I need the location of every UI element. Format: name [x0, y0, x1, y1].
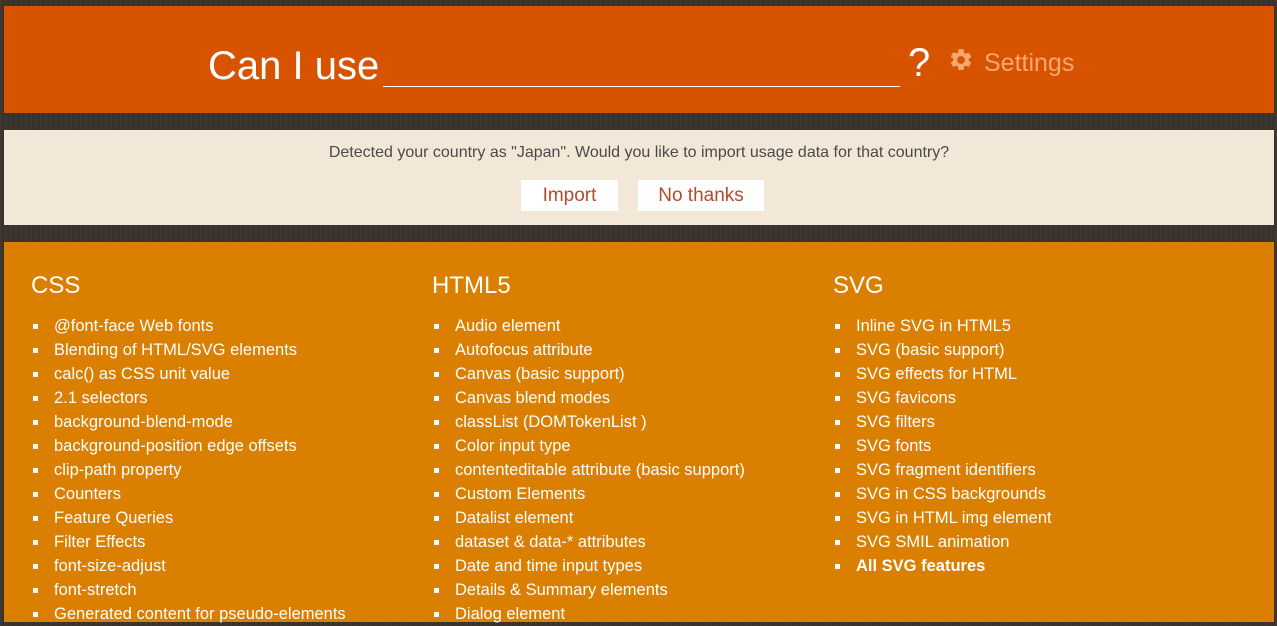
feature-link[interactable]: Counters [31, 482, 411, 506]
svg-all-list: All SVG features [833, 554, 1213, 578]
css-heading[interactable]: CSS [31, 272, 411, 300]
feature-link[interactable]: Canvas (basic support) [432, 362, 812, 386]
feature-link[interactable]: font-stretch [31, 578, 411, 602]
feature-link[interactable]: SVG favicons [833, 386, 1213, 410]
feature-link[interactable]: dataset & data-* attributes [432, 530, 812, 554]
feature-link[interactable]: SVG (basic support) [833, 338, 1213, 362]
feature-link[interactable]: Generated content for pseudo-elements [31, 602, 411, 626]
header: Can I use ? Settings [4, 6, 1274, 113]
feature-link[interactable]: Custom Elements [432, 482, 812, 506]
page-title: Can I use [208, 44, 380, 88]
settings-label: Settings [984, 49, 1075, 77]
feature-link[interactable]: Color input type [432, 434, 812, 458]
feature-link[interactable]: SVG filters [833, 410, 1213, 434]
css-column: CSS @font-face Web fonts Blending of HTML… [31, 272, 411, 626]
feature-link[interactable]: SVG fonts [833, 434, 1213, 458]
feature-link[interactable]: Datalist element [432, 506, 812, 530]
feature-link[interactable]: Filter Effects [31, 530, 411, 554]
feature-link[interactable]: SVG effects for HTML [833, 362, 1213, 386]
feature-link[interactable]: SVG in HTML img element [833, 506, 1213, 530]
feature-link[interactable]: Blending of HTML/SVG elements [31, 338, 411, 362]
feature-link[interactable]: font-size-adjust [31, 554, 411, 578]
feature-link[interactable]: Inline SVG in HTML5 [833, 314, 1213, 338]
feature-link[interactable]: Date and time input types [432, 554, 812, 578]
feature-link[interactable]: SVG fragment identifiers [833, 458, 1213, 482]
svg-feature-list: Inline SVG in HTML5 SVG (basic support) SV… [833, 314, 1213, 554]
feature-link[interactable]: Autofocus attribute [432, 338, 812, 362]
search-input[interactable] [383, 44, 900, 87]
feature-link[interactable]: Audio element [432, 314, 812, 338]
feature-link[interactable]: contenteditable attribute (basic support… [432, 458, 812, 482]
feature-link[interactable]: 2.1 selectors [31, 386, 411, 410]
settings-button[interactable]: Settings [948, 47, 1074, 80]
feature-link[interactable]: classList (DOMTokenList ) [432, 410, 812, 434]
feature-link[interactable]: SVG in CSS backgrounds [833, 482, 1213, 506]
no-thanks-button[interactable]: No thanks [638, 180, 764, 211]
html5-column: HTML5 Audio element Autofocus attribute Ca… [432, 272, 812, 626]
notice-text: Detected your country as "Japan". Would … [328, 144, 950, 161]
html5-feature-list: Audio element Autofocus attribute Canvas (… [432, 314, 812, 626]
feature-link[interactable]: Details & Summary elements [432, 578, 812, 602]
feature-link[interactable]: SVG SMIL animation [833, 530, 1213, 554]
all-svg-features-link[interactable]: All SVG features [833, 554, 1213, 578]
feature-link[interactable]: calc() as CSS unit value [31, 362, 411, 386]
import-button[interactable]: Import [521, 180, 618, 211]
feature-link[interactable]: background-position edge offsets [31, 434, 411, 458]
country-import-notice: Detected your country as "Japan". Would … [4, 130, 1274, 225]
feature-link[interactable]: Feature Queries [31, 506, 411, 530]
css-feature-list: @font-face Web fonts Blending of HTML/SVG… [31, 314, 411, 626]
question-mark: ? [908, 41, 931, 85]
gear-icon [948, 47, 984, 80]
feature-link[interactable]: Canvas blend modes [432, 386, 812, 410]
feature-index: CSS @font-face Web fonts Blending of HTML… [4, 242, 1274, 623]
svg-column: SVG Inline SVG in HTML5 SVG (basic suppor… [833, 272, 1213, 578]
feature-link[interactable]: clip-path property [31, 458, 411, 482]
feature-link[interactable]: @font-face Web fonts [31, 314, 411, 338]
feature-link[interactable]: background-blend-mode [31, 410, 411, 434]
svg-heading[interactable]: SVG [833, 272, 1213, 300]
feature-link[interactable]: Dialog element [432, 602, 812, 626]
html5-heading[interactable]: HTML5 [432, 272, 812, 300]
